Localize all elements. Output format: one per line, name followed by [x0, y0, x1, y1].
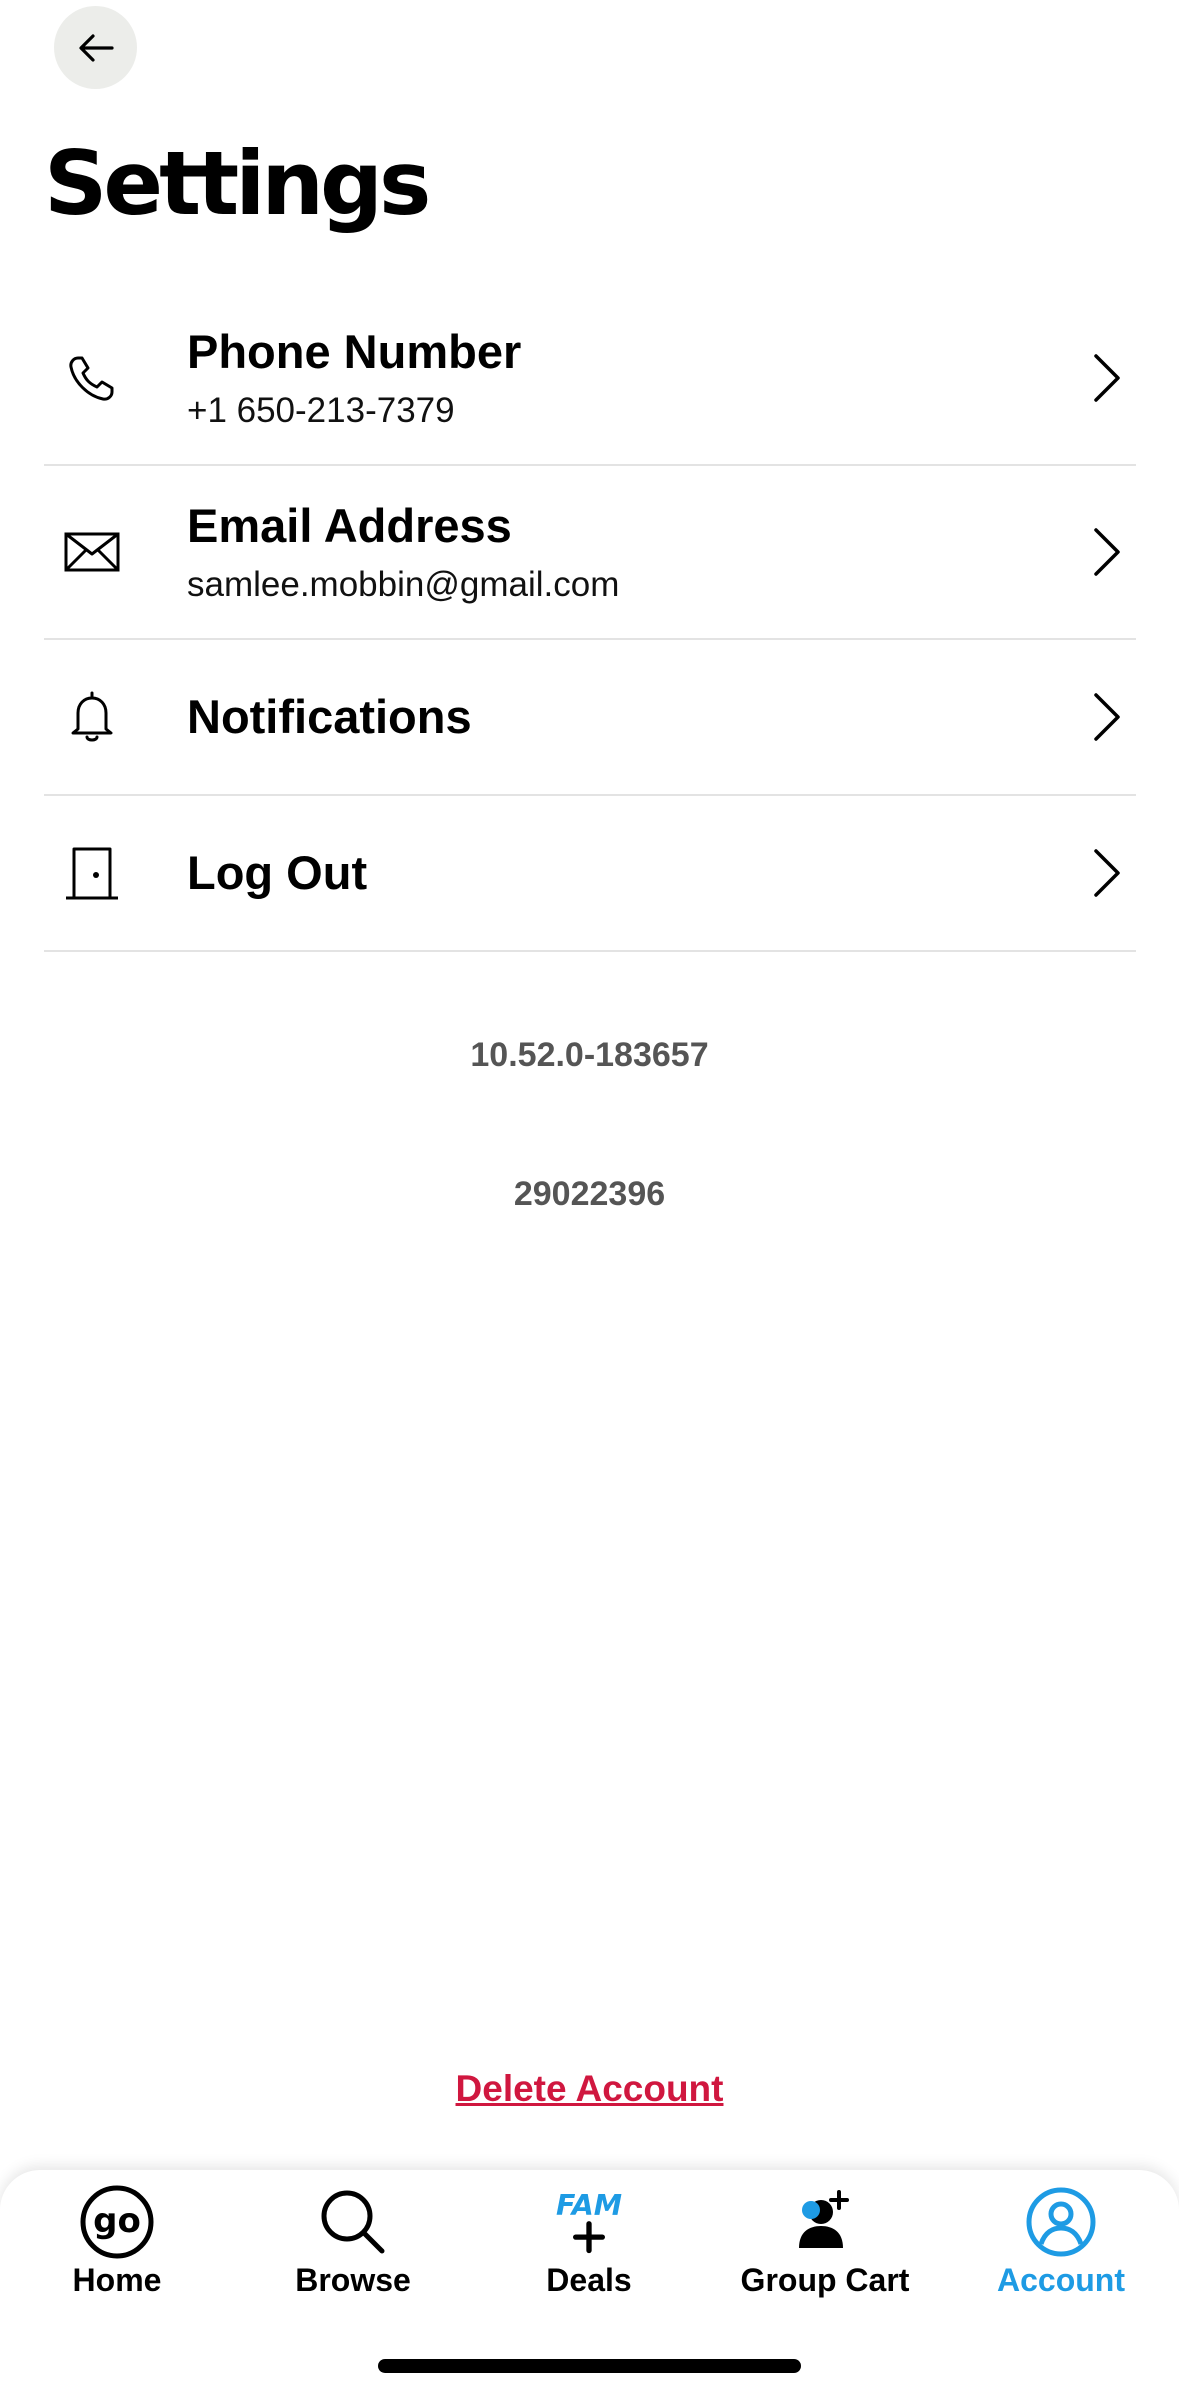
- tab-label: Home: [72, 2262, 162, 2298]
- chevron-right-icon: [1086, 350, 1126, 406]
- build-number: 29022396: [513, 1175, 666, 1213]
- fam-plus-icon: FAM: [549, 2184, 629, 2260]
- phone-icon: [64, 350, 120, 406]
- chevron-right-icon: [1086, 524, 1126, 580]
- page-title: Settings: [44, 132, 431, 235]
- delete-account-link[interactable]: Delete Account: [0, 2068, 1179, 2110]
- search-icon: [313, 2184, 393, 2260]
- home-indicator: [378, 2359, 801, 2373]
- user-circle-icon: [1021, 2184, 1101, 2260]
- chevron-right-icon: [1086, 689, 1126, 745]
- row-title: Notifications: [187, 689, 472, 743]
- phone-number-row[interactable]: Phone Number +1 650-213-7379: [44, 292, 1136, 466]
- app-version: 10.52.0-183657: [470, 1036, 709, 1074]
- email-address-row[interactable]: Email Address samlee.mobbin@gmail.com: [44, 466, 1136, 640]
- phone-number-value: +1 650-213-7379: [187, 391, 455, 431]
- notifications-row[interactable]: Notifications: [44, 640, 1136, 796]
- log-out-row[interactable]: Log Out: [44, 796, 1136, 952]
- tab-deals[interactable]: FAM Deals: [474, 2184, 704, 2314]
- tab-label: Account: [997, 2262, 1125, 2298]
- bell-icon: [64, 689, 120, 745]
- email-address-value: samlee.mobbin@gmail.com: [187, 565, 620, 605]
- row-title: Phone Number: [187, 324, 522, 378]
- tab-label: Deals: [546, 2262, 632, 2298]
- add-person-icon: [785, 2184, 865, 2260]
- go-logo-icon: go: [77, 2184, 157, 2260]
- row-title: Log Out: [187, 845, 368, 899]
- tab-browse[interactable]: Browse: [238, 2184, 468, 2314]
- back-button[interactable]: [54, 6, 137, 89]
- chevron-right-icon: [1086, 845, 1126, 901]
- tab-group-cart[interactable]: Group Cart: [710, 2184, 940, 2314]
- tab-label: Group Cart: [740, 2262, 910, 2298]
- settings-screen: Settings Phone Number +1 650-213-7379 Em…: [0, 0, 1179, 2396]
- svg-text:go: go: [93, 2201, 141, 2241]
- fam-badge: FAM: [556, 2189, 622, 2222]
- envelope-icon: [64, 524, 120, 580]
- tab-home[interactable]: go Home: [2, 2184, 232, 2314]
- settings-list: Phone Number +1 650-213-7379 Email Addre…: [44, 292, 1136, 952]
- arrow-left-icon: [78, 33, 114, 62]
- tab-label: Browse: [295, 2262, 411, 2298]
- tab-account[interactable]: Account: [946, 2184, 1176, 2314]
- door-icon: [64, 845, 120, 901]
- row-title: Email Address: [187, 498, 512, 552]
